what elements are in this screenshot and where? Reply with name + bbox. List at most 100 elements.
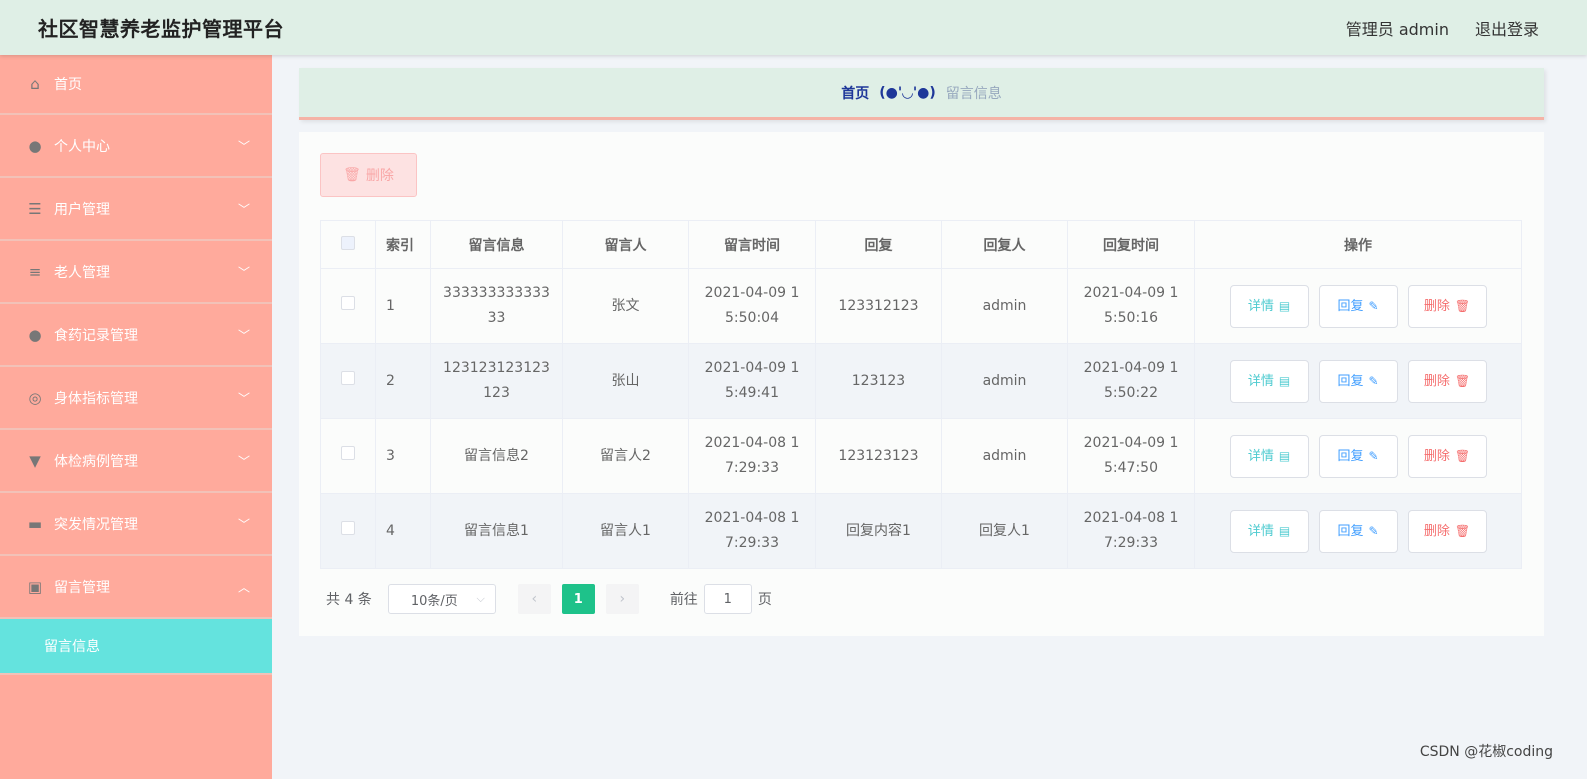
table-row: 1 333333333333 33 张文 2021-04-09 1 5:50:04 12…	[320, 268, 1522, 344]
document-icon: ▤	[1278, 523, 1291, 538]
cell-message: 333333333333 33	[430, 268, 563, 344]
cell-replier: 回复人1	[941, 493, 1068, 569]
column-header: 回复时间	[1067, 220, 1195, 269]
home-icon: ⌂	[30, 75, 40, 93]
user-icon: ●	[28, 136, 42, 155]
sidebar-item[interactable]: ≡ 老人管理 ﹀	[0, 241, 272, 304]
sidebar-item[interactable]: ☰ 用户管理 ﹀	[0, 178, 272, 241]
logout-link[interactable]: 退出登录	[1475, 16, 1539, 40]
cell-text: 留言人2	[600, 447, 651, 464]
trash-icon: 🗑	[1454, 448, 1471, 463]
sidebar-item-label: 留言管理	[54, 579, 110, 596]
sidebar-item[interactable]: ◎ 身体指标管理 ﹀	[0, 367, 272, 430]
cell-text: 留言人1	[600, 522, 651, 539]
chevron-down-icon: ﹀	[237, 454, 250, 468]
column-header: 操作	[1194, 220, 1522, 269]
chevron-down-icon: ⌵	[476, 592, 485, 605]
batch-delete-button[interactable]: 🗑 删除	[320, 153, 417, 197]
sidebar-subitem-message-info[interactable]: 留言信息	[0, 619, 272, 675]
total-count: 共 4 条	[326, 592, 372, 608]
sidebar-item-label: 老人管理	[54, 264, 110, 281]
detail-button[interactable]: 详情 ▤	[1229, 509, 1309, 553]
breadcrumb-home[interactable]: 首页	[841, 83, 869, 103]
cell-text: 留言信息1	[464, 522, 529, 539]
cell-text: 2021-04-09 1 5:50:22	[1083, 360, 1179, 401]
row-select-cell[interactable]	[320, 343, 376, 419]
page-number-current[interactable]: 1	[561, 584, 595, 614]
stamp-icon: ▼	[29, 451, 41, 470]
select-all-checkbox[interactable]	[341, 235, 355, 250]
reply-button[interactable]: 回复 ✎	[1318, 434, 1398, 478]
column-header: 留言人	[562, 220, 689, 269]
delete-button-label: 删除	[1423, 298, 1450, 314]
reply-button[interactable]: 回复 ✎	[1318, 284, 1398, 328]
sidebar-item[interactable]: ● 食药记录管理 ﹀	[0, 304, 272, 367]
batch-delete-label: 删除	[365, 168, 394, 184]
prev-page-button[interactable]: ‹	[517, 584, 551, 614]
sidebar-item[interactable]: ▣ 留言管理 ︿	[0, 556, 272, 619]
sidebar-item[interactable]: ▬ 突发情况管理 ﹀	[0, 493, 272, 556]
row-checkbox[interactable]	[341, 520, 355, 535]
goto-page: 前往 1 页	[670, 584, 772, 614]
chevron-down-icon: ﹀	[237, 139, 250, 153]
delete-button-label: 删除	[1423, 523, 1450, 539]
row-checkbox[interactable]	[341, 370, 355, 385]
goto-suffix: 页	[757, 592, 772, 608]
delete-button[interactable]: 删除 🗑	[1407, 434, 1487, 478]
trash-icon: 🗑	[343, 167, 361, 183]
detail-button[interactable]: 详情 ▤	[1229, 284, 1309, 328]
edit-icon: ✎	[1368, 298, 1379, 313]
cell-index: 4	[375, 493, 431, 569]
reply-button[interactable]: 回复 ✎	[1318, 509, 1398, 553]
cell-text: admin	[982, 372, 1027, 389]
cell-text: 2021-04-08 1 7:29:33	[704, 510, 800, 551]
chevron-down-icon: ﹀	[237, 202, 250, 216]
row-checkbox[interactable]	[341, 295, 355, 310]
cell-message: 留言信息1	[430, 493, 563, 569]
detail-button[interactable]: 详情 ▤	[1229, 434, 1309, 478]
column-header: 留言时间	[688, 220, 816, 269]
select-all-cell[interactable]	[320, 220, 376, 269]
cell-actions: 详情 ▤ 回复 ✎ 删除 🗑	[1194, 268, 1522, 344]
sidebar-item[interactable]: ▼ 体检病例管理 ﹀	[0, 430, 272, 493]
delete-button[interactable]: 删除 🗑	[1407, 284, 1487, 328]
row-select-cell[interactable]	[320, 418, 376, 494]
goto-page-input[interactable]: 1	[703, 584, 752, 614]
detail-button[interactable]: 详情 ▤	[1229, 359, 1309, 403]
cell-msg-time: 2021-04-09 1 5:50:04	[688, 268, 816, 344]
message-table: 索引 留言信息 留言人 留言时间 回复 回复人 回复时间 操作 1 3333333…	[320, 220, 1522, 569]
edit-icon: ✎	[1368, 523, 1379, 538]
row-select-cell[interactable]	[320, 268, 376, 344]
clipboard-icon: ▣	[27, 577, 43, 596]
edit-icon: ✎	[1368, 448, 1379, 463]
delete-button[interactable]: 删除 🗑	[1407, 359, 1487, 403]
cell-reply: 123312123	[815, 268, 942, 344]
delete-button[interactable]: 删除 🗑	[1407, 509, 1487, 553]
cell-text: 回复人1	[979, 522, 1030, 539]
page-size-value: 10条/页	[410, 593, 458, 609]
cell-text: 2021-04-09 1 5:49:41	[704, 360, 800, 401]
sidebar-item-label: 突发情况管理	[54, 516, 138, 533]
sidebar-item[interactable]: ● 个人中心 ﹀	[0, 115, 272, 178]
cell-text: 2021-04-09 1 5:47:50	[1083, 435, 1179, 476]
cell-text: 2021-04-09 1 5:50:04	[704, 285, 800, 326]
watermark: CSDN @花椒coding	[1419, 744, 1553, 760]
cell-reply-time: 2021-04-09 1 5:50:22	[1067, 343, 1195, 419]
sidebar-item[interactable]: ⌂ 首页	[0, 55, 272, 115]
reply-button[interactable]: 回复 ✎	[1318, 359, 1398, 403]
chevron-right-icon: ›	[619, 591, 626, 607]
cell-actions: 详情 ▤ 回复 ✎ 删除 🗑	[1194, 493, 1522, 569]
column-header: 留言信息	[430, 220, 563, 269]
chevron-down-icon: ﹀	[237, 391, 250, 405]
table-row: 2 123123123123 123 张山 2021-04-09 1 5:49:41 1…	[320, 343, 1522, 419]
column-header: 回复	[815, 220, 942, 269]
row-checkbox[interactable]	[341, 445, 355, 460]
table-row: 4 留言信息1 留言人1 2021-04-08 1 7:29:33 回复内容1 回复人1 2…	[320, 493, 1522, 569]
cell-text: admin	[982, 447, 1027, 464]
sidebar-item-label: 个人中心	[54, 138, 110, 155]
page-size-select[interactable]: 10条/页 ⌵	[387, 584, 496, 614]
row-select-cell[interactable]	[320, 493, 376, 569]
breadcrumb: 首页 (●'◡'●) 留言信息	[299, 68, 1544, 120]
edit-icon: ✎	[1368, 373, 1379, 388]
next-page-button[interactable]: ›	[605, 584, 639, 614]
